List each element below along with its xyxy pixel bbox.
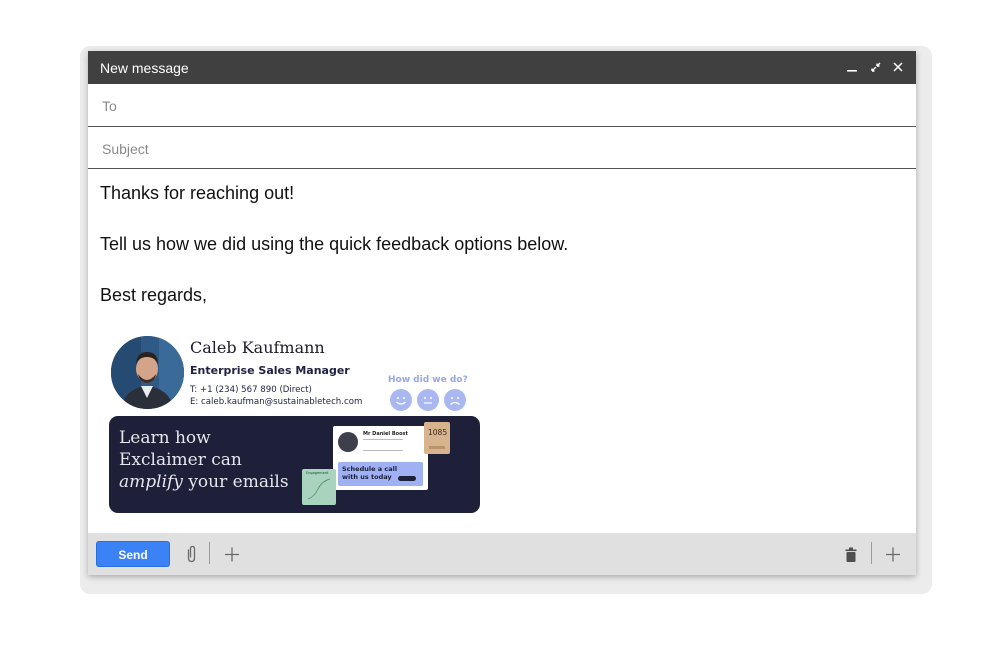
close-icon: [893, 62, 903, 72]
banner-emphasis: amplify: [119, 472, 183, 492]
attach-button[interactable]: [181, 542, 201, 566]
discard-button[interactable]: [841, 542, 861, 566]
avatar: [111, 336, 184, 409]
close-button[interactable]: [889, 57, 907, 77]
banner-chart: Engagement: [302, 469, 336, 505]
sad-face-icon[interactable]: [444, 389, 466, 411]
happy-face-icon[interactable]: [390, 389, 412, 411]
neutral-face-icon[interactable]: [417, 389, 439, 411]
signature-name: Caleb Kaufmann: [190, 338, 325, 357]
badge-value: 1085: [428, 428, 448, 437]
send-button[interactable]: Send: [96, 541, 170, 567]
signature-phone: T: +1 (234) 567 890 (Direct): [190, 385, 312, 395]
more-options-button[interactable]: [883, 542, 903, 566]
toolbar-divider: [209, 542, 210, 564]
minimize-button[interactable]: [843, 57, 861, 77]
trash-icon: [845, 547, 857, 562]
banner-line-3: amplify your emails: [119, 472, 289, 492]
feedback-label: How did we do?: [388, 375, 468, 385]
card-cta-line-1: Schedule a call: [342, 465, 398, 473]
chart-line-icon: [307, 478, 331, 500]
plus-icon: [225, 547, 239, 562]
plus-icon: [886, 547, 900, 562]
banner-badge: 1085: [424, 422, 450, 454]
expand-button[interactable]: [867, 57, 885, 77]
to-field[interactable]: [100, 94, 894, 118]
card-details: [363, 439, 403, 451]
title-bar: New message: [88, 51, 916, 84]
body-line-closing: Best regards,: [100, 285, 208, 305]
signature-email: E: caleb.kaufman@sustainabletech.com: [190, 397, 363, 407]
to-row: [88, 84, 916, 127]
body-line-greeting: Thanks for reaching out!: [100, 183, 295, 203]
subject-field[interactable]: [100, 137, 894, 161]
card-name: Mr Daniel Boost: [363, 431, 408, 437]
subject-row: [88, 127, 916, 169]
minimize-icon: [847, 70, 857, 72]
card-avatar: [338, 432, 358, 452]
promo-banner[interactable]: Learn how Exclaimer can amplify your ema…: [109, 416, 480, 513]
card-cta: Schedule a call with us today: [338, 462, 423, 486]
banner-line-3-rest: your emails: [182, 472, 289, 492]
signature-role: Enterprise Sales Manager: [190, 364, 350, 377]
expand-icon: [871, 62, 881, 72]
badge-bar: [429, 446, 445, 449]
banner-line-1: Learn how: [119, 428, 211, 448]
card-cta-line-2: with us today: [342, 473, 392, 481]
toolbar-divider-right: [871, 542, 872, 564]
banner-line-2: Exclaimer can: [119, 450, 242, 470]
banner-card: Mr Daniel Boost Schedule a call with us …: [333, 426, 428, 490]
paperclip-icon: [187, 545, 196, 563]
card-cta-pill: [398, 476, 416, 481]
body-line-feedback: Tell us how we did using the quick feedb…: [100, 234, 569, 254]
bottom-toolbar: Send: [88, 533, 916, 575]
email-signature: Caleb Kaufmann Enterprise Sales Manager …: [108, 335, 480, 515]
compose-window: New message Thanks for reaching out! Tel…: [88, 51, 916, 575]
window-title: New message: [100, 60, 189, 76]
add-button[interactable]: [222, 542, 242, 566]
